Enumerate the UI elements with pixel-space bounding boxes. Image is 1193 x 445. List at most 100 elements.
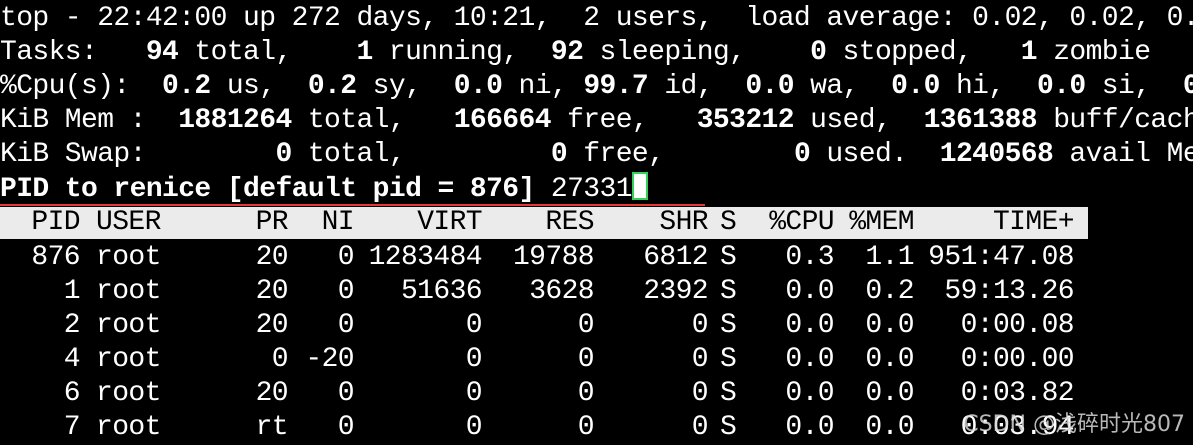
top-uptime-line: top - 22:42:00 up 272 days, 10:21, 2 use… [0, 3, 1193, 34]
process-pid: 876 [31, 242, 80, 273]
column-header-virt: VIRT [417, 207, 482, 238]
tasks-sleeping-value: 92 [550, 37, 584, 68]
process-row: 6 root 20 0 0 0 0 S 0.0 0.0 0:03.82 [0, 377, 1088, 411]
cpu-us-value: 0.2 [162, 71, 211, 102]
process-user: root [96, 344, 161, 375]
memory-line: KiB Mem : 1881264 total, 166664 free, 35… [0, 104, 1193, 138]
process-mem: 0.0 [865, 378, 914, 409]
process-nice: 0 [337, 242, 355, 273]
process-nice: 0 [337, 310, 355, 341]
cpu-wa-value: 0.0 [745, 71, 794, 102]
mem-total-value: 1881264 [178, 105, 292, 136]
process-pid: 2 [63, 310, 81, 341]
process-mem: 0.0 [865, 412, 914, 443]
tasks-label: Tasks: [0, 37, 114, 68]
cpu-si-label: si, [1085, 71, 1151, 102]
column-header-cpu: %CPU [769, 207, 834, 238]
process-res: 0 [577, 378, 595, 409]
process-row: 1 root 20 0 51636 3628 2392 S 0.0 0.2 59… [0, 275, 1088, 309]
column-header-mem: %MEM [849, 207, 914, 238]
swap-used-value: 0 [793, 139, 811, 170]
process-shr: 0 [691, 412, 709, 443]
cpu-st-value: 0 [1182, 71, 1193, 102]
process-shr: 0 [691, 310, 709, 341]
renice-prompt-text: PID to renice [default pid = 876] [0, 174, 535, 205]
cpu-hi-label: hi, [939, 71, 1005, 102]
process-state: S [720, 378, 737, 409]
process-pid: 7 [63, 412, 81, 443]
cpu-hi-value: 0.0 [891, 71, 940, 102]
process-cpu: 0.0 [785, 344, 834, 375]
mem-buff-value: 1361388 [923, 105, 1038, 136]
process-virt: 0 [465, 412, 483, 443]
process-pid: 6 [63, 378, 81, 409]
process-res: 0 [577, 310, 595, 341]
tasks-line: Tasks: 94 total, 1 running, 92 sleeping,… [0, 36, 1151, 70]
process-mem: 0.0 [865, 344, 914, 375]
swap-avail-value: 1240568 [939, 139, 1054, 170]
process-state: S [720, 412, 737, 443]
process-user: root [96, 412, 161, 443]
cpu-id-label: id, [648, 71, 713, 102]
process-shr: 0 [691, 344, 709, 375]
process-virt: 0 [465, 344, 483, 375]
process-time: 0:00.00 [960, 344, 1075, 375]
process-nice: 0 [337, 412, 355, 443]
column-header-pid: PID [31, 207, 80, 238]
process-state: S [720, 310, 737, 341]
tasks-stopped-value: 0 [810, 37, 827, 68]
process-time: 0:00.08 [960, 310, 1075, 341]
process-user: root [96, 310, 161, 341]
process-priority: 0 [271, 344, 289, 375]
swap-label: KiB Swap: [0, 139, 146, 170]
cpu-ni-value: 0.0 [453, 71, 503, 102]
swap-free-label: free, [567, 139, 665, 170]
swap-avail-label: avail Mem [1069, 139, 1193, 170]
column-header-res: RES [545, 207, 594, 238]
process-cpu: 0.3 [785, 242, 834, 273]
column-header-time: TIME+ [992, 207, 1075, 238]
process-cpu: 0.0 [785, 310, 834, 341]
column-header-state: S [720, 207, 737, 238]
cpu-si-value: 0.0 [1037, 71, 1086, 102]
mem-used-value: 353212 [696, 105, 795, 136]
column-header-ni: NI [321, 207, 355, 238]
process-pid: 4 [63, 344, 81, 375]
process-nice: 0 [337, 378, 355, 409]
process-cpu: 0.0 [785, 276, 834, 307]
process-table-header: PID USER PR NI VIRT RES SHR S %CPU %MEM … [0, 207, 1088, 239]
process-priority: 20 [255, 276, 289, 307]
process-time: 951:47.08 [928, 242, 1074, 273]
process-mem: 0.0 [865, 310, 914, 341]
process-state: S [720, 242, 737, 273]
swap-line: KiB Swap: 0 total, 0 free, 0 used. 12405… [0, 138, 1193, 172]
process-virt: 0 [465, 378, 483, 409]
cpu-us-label: us, [210, 71, 276, 102]
swap-total-value: 0 [275, 139, 292, 170]
mem-buff-label: buff/cach [1037, 105, 1193, 136]
tasks-running-value: 1 [356, 37, 373, 68]
swap-total-label: total, [291, 139, 406, 170]
process-shr: 2392 [643, 276, 708, 307]
process-nice: 0 [337, 276, 355, 307]
process-priority: 20 [255, 310, 289, 341]
tasks-total-value: 94 [145, 37, 179, 68]
tasks-running-label: running, [372, 37, 519, 68]
process-nice: -20 [305, 344, 354, 375]
swap-used-label: used. [810, 139, 908, 170]
mem-label: KiB Mem : [0, 105, 163, 136]
cpu-sy-value: 0.2 [307, 71, 357, 102]
process-virt: 51636 [400, 276, 483, 307]
column-header-shr: SHR [659, 207, 708, 238]
process-state: S [720, 344, 737, 375]
process-cpu: 0.0 [785, 412, 834, 443]
renice-prompt[interactable]: PID to renice [default pid = 876] 27331 [0, 172, 648, 206]
process-row: 2 root 20 0 0 0 0 S 0.0 0.0 0:00.08 [0, 309, 1088, 343]
cpu-ni-label: ni, [502, 71, 568, 102]
cpu-line: %Cpu(s): 0.2 us, 0.2 sy, 0.0 ni, 99.7 id… [0, 70, 1193, 104]
process-priority: 20 [255, 378, 289, 409]
process-state: S [720, 276, 737, 307]
process-priority: rt [255, 412, 289, 443]
watermark: CSDN @浅碎时光807 [963, 412, 1185, 437]
renice-pid-input[interactable]: 27331 [551, 174, 633, 205]
